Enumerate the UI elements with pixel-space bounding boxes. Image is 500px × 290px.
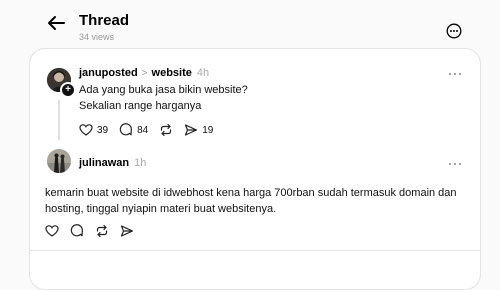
avatar[interactable]: [47, 149, 71, 173]
back-arrow-icon[interactable]: [45, 12, 67, 34]
repost-button[interactable]: [159, 123, 173, 137]
follow-plus-icon[interactable]: +: [60, 82, 76, 98]
post-text-line-1: Ada yang buka jasa bikin website?: [79, 84, 248, 96]
chevron-right-icon: >: [141, 68, 148, 79]
post-actions: 39 84 19: [79, 122, 224, 138]
reply-actions: [45, 223, 145, 239]
comment-button[interactable]: 84: [119, 123, 148, 137]
like-button[interactable]: 39: [79, 123, 108, 137]
thread-header: Thread 34 views: [0, 0, 500, 48]
post-body: Ada yang buka jasa bikin website? Sekali…: [79, 82, 248, 114]
repost-icon: [161, 123, 172, 137]
heart-icon: [79, 124, 93, 136]
share-button[interactable]: [120, 224, 134, 238]
like-count: 39: [97, 124, 109, 136]
heart-icon: [45, 225, 59, 237]
share-button[interactable]: 19: [184, 123, 213, 137]
send-icon: [185, 124, 198, 136]
repost-icon: [96, 224, 108, 238]
post-topic[interactable]: website: [152, 67, 192, 79]
post-time: 4h: [196, 67, 210, 79]
comment-icon: [119, 123, 133, 136]
reply-meta: julinawan 1h: [79, 157, 146, 169]
post-meta: januposted > website 4h: [79, 67, 209, 79]
send-icon: [120, 225, 134, 237]
share-count: 19: [202, 124, 214, 136]
divider: [29, 250, 481, 251]
reply-username[interactable]: julinawan: [79, 157, 129, 169]
reply-body: kemarin buat website di idwebhost kena h…: [45, 187, 457, 215]
like-button[interactable]: [45, 224, 59, 238]
repost-button[interactable]: [95, 224, 109, 238]
view-count: 34 views: [79, 32, 115, 42]
more-circle-icon[interactable]: [446, 23, 462, 39]
comment-count: 84: [137, 124, 149, 136]
more-options-icon[interactable]: [448, 70, 462, 78]
post-username[interactable]: januposted: [79, 67, 138, 79]
more-options-icon[interactable]: [448, 160, 462, 168]
comment-icon: [70, 224, 83, 237]
page-title: Thread: [79, 12, 130, 29]
comment-button[interactable]: [70, 224, 84, 238]
reply-time: 1h: [134, 157, 147, 169]
post-text-line-2: Sekalian range harganya: [79, 100, 202, 112]
thread-connector-line: [58, 100, 60, 140]
